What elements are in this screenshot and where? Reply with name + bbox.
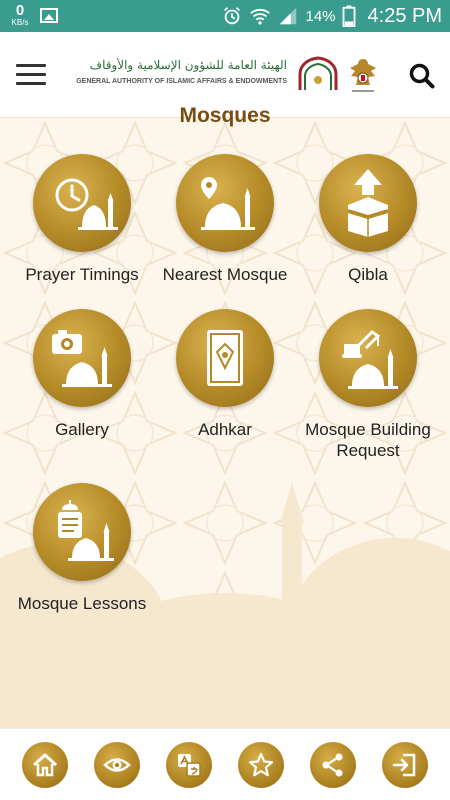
lesson-mosque-icon — [58, 500, 114, 561]
tile-label-nearest-mosque: Nearest Mosque — [162, 265, 288, 284]
exit-button[interactable] — [382, 742, 428, 788]
tile-label-mosque-lessons: Mosque Lessons — [17, 594, 147, 613]
home-button[interactable] — [22, 742, 68, 788]
tile-nearest-mosque[interactable]: Nearest Mosque — [150, 154, 300, 285]
exit-icon — [392, 753, 416, 777]
favorites-button[interactable] — [238, 742, 284, 788]
menu-line-icon — [16, 73, 46, 76]
signal-icon — [280, 7, 297, 25]
qibla-circle — [319, 154, 417, 252]
wifi-icon — [250, 8, 271, 25]
camera-mosque-icon — [52, 330, 112, 387]
uae-falcon-emblem-icon — [350, 59, 376, 92]
menu-line-icon — [16, 82, 46, 85]
tile-prayer-timings[interactable]: Prayer Timings — [7, 154, 157, 285]
crane-mosque-icon — [342, 330, 398, 389]
tile-mosque-lessons[interactable]: Mosque Lessons — [7, 483, 157, 614]
tile-adhkar[interactable]: Adhkar — [150, 309, 300, 440]
alarm-icon — [224, 7, 241, 25]
star-icon — [248, 752, 274, 777]
clock-mosque-icon — [55, 178, 118, 230]
logo-arabic-text: الهيئة العامة للشؤون الإسلامية والأوقاف — [89, 58, 287, 72]
network-speed: 0 KB/s — [8, 3, 32, 27]
status-bar: 0 KB/s 14% 4:25 PM — [0, 0, 450, 32]
share-icon — [322, 753, 343, 777]
menu-button[interactable] — [16, 64, 46, 86]
tile-label-gallery: Gallery — [55, 420, 109, 439]
page-title: Mosques — [179, 104, 271, 127]
tile-label-prayer-timings: Prayer Timings — [25, 265, 139, 284]
visibility-button[interactable] — [94, 742, 140, 788]
mosque-building-request-circle — [319, 309, 417, 407]
bottom-navigation — [0, 728, 450, 800]
clock-time: 4:25 PM — [367, 4, 442, 27]
logo-english-text: GENERAL AUTHORITY OF ISLAMIC AFFAIRS & E… — [76, 78, 287, 85]
mosque-arch-emblem-icon — [298, 56, 338, 90]
language-icon — [178, 754, 201, 777]
network-speed-value: 0 — [15, 2, 25, 19]
language-button[interactable] — [166, 742, 212, 788]
network-speed-unit: KB/s — [11, 18, 29, 27]
battery-percent: 14% — [305, 7, 336, 25]
search-button[interactable] — [408, 62, 436, 90]
tile-mosque-building-request[interactable]: Mosque Building Request — [293, 309, 443, 461]
location-mosque-icon — [201, 177, 255, 230]
share-button[interactable] — [310, 742, 356, 788]
eye-icon — [103, 758, 131, 772]
authority-logo: الهيئة العامة للشؤون الإسلامية والأوقاف … — [72, 56, 392, 96]
mosque-lessons-circle — [33, 483, 131, 581]
tile-label-adhkar: Adhkar — [198, 420, 252, 439]
tile-label-qibla: Qibla — [348, 265, 388, 284]
prayer-timings-circle — [33, 154, 131, 252]
quran-book-icon — [207, 330, 243, 386]
kaaba-arrow-icon — [347, 169, 389, 237]
home-icon — [32, 753, 58, 777]
tile-qibla[interactable]: Qibla — [293, 154, 443, 285]
menu-line-icon — [16, 64, 46, 67]
gallery-circle — [33, 309, 131, 407]
tile-gallery[interactable]: Gallery — [7, 309, 157, 440]
tile-label-mosque-building-request: Mosque Building Request — [305, 420, 431, 460]
image-notification-icon — [40, 8, 58, 23]
battery-icon — [342, 5, 355, 27]
nearest-mosque-circle — [176, 154, 274, 252]
adhkar-circle — [176, 309, 274, 407]
